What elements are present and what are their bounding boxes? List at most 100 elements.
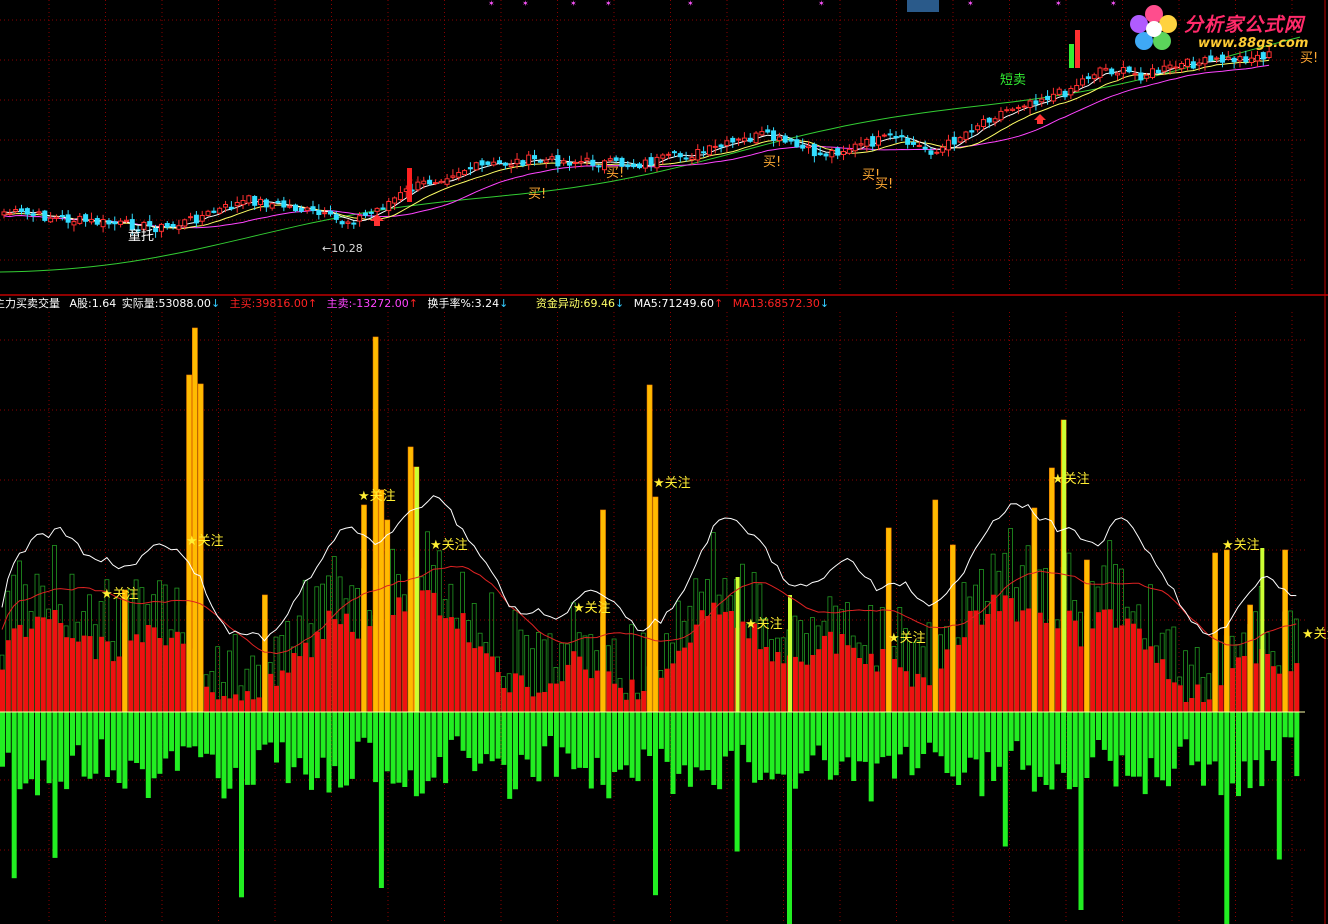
buy-volume-bar — [664, 668, 670, 712]
candle — [718, 144, 724, 148]
sell-volume-bar — [1224, 712, 1230, 924]
candle — [485, 161, 491, 165]
buy-volume-bar — [769, 661, 775, 712]
sell-volume-bar — [722, 712, 728, 757]
candle — [776, 136, 782, 142]
buy-volume-bar — [1072, 620, 1078, 712]
sell-volume-bar — [583, 712, 588, 768]
label-low-price: ←10.28 — [322, 242, 363, 255]
star-marker-icon: ✶ — [1110, 0, 1117, 8]
candle — [1010, 108, 1016, 111]
candle — [479, 160, 485, 166]
sell-volume-bar — [99, 712, 105, 740]
candle — [473, 162, 479, 171]
sell-volume-bar — [1002, 712, 1008, 847]
buy-volume-bar — [396, 597, 402, 712]
sell-volume-bar — [1008, 712, 1014, 751]
candle — [1219, 54, 1225, 63]
buy-volume-bar — [979, 624, 985, 712]
candle — [217, 207, 223, 214]
buy-volume-bar — [1125, 618, 1131, 712]
buy-volume-bar — [559, 681, 565, 712]
candle — [199, 215, 205, 222]
buy-volume-bar — [862, 664, 868, 712]
buy-volume-bar — [256, 697, 262, 712]
candle — [753, 132, 759, 144]
ma-long-line — [0, 36, 1301, 273]
candle — [910, 141, 916, 145]
candle — [462, 170, 468, 176]
candle — [881, 134, 887, 137]
candle — [928, 150, 934, 155]
buy-volume-bar — [1236, 657, 1241, 712]
candle — [934, 151, 940, 154]
candle — [53, 216, 59, 219]
site-logo: 分析家公式网 www.88gs.com — [1128, 4, 1324, 52]
candle — [706, 145, 712, 156]
candle — [112, 221, 118, 225]
candle — [397, 192, 403, 201]
candle — [374, 207, 380, 212]
candle — [1260, 52, 1266, 60]
sell-volume-bar — [1154, 712, 1160, 778]
sell-volume-bar — [588, 712, 594, 789]
candle — [386, 201, 392, 212]
indicator-legend: 主力买卖交量 A股:1.64 实际量:53088.00↓ 主买:39816.00… — [0, 296, 835, 312]
candle — [1138, 72, 1144, 81]
sell-volume-bar — [897, 712, 903, 755]
sell-volume-bar — [87, 712, 93, 779]
sell-volume-bar — [221, 712, 227, 799]
window-icon[interactable] — [907, 0, 939, 12]
buy-volume-bar — [892, 659, 897, 712]
sell-volume-bar — [787, 712, 792, 924]
buy-volume-bar — [1241, 656, 1247, 712]
buy-volume-bar — [338, 624, 344, 712]
buy-volume-bar — [804, 664, 810, 712]
candle — [800, 144, 806, 149]
sell-volume-bar — [612, 712, 618, 772]
buy-volume-bar — [64, 637, 70, 712]
buy-volume-bar — [839, 634, 845, 712]
legend-main-buy: 主买:39816.00 — [229, 297, 308, 310]
buy-volume-bar — [798, 661, 804, 712]
buy-volume-bar — [530, 696, 536, 712]
candle — [782, 135, 788, 143]
sell-volume-bar — [548, 712, 553, 736]
sell-volume-bar — [483, 712, 489, 755]
candle — [345, 221, 351, 224]
sell-volume-bar — [653, 712, 658, 896]
candle — [1, 211, 7, 216]
buy-volume-bar — [1195, 684, 1201, 712]
sell-volume-bar — [513, 712, 518, 790]
sell-volume-bar — [1061, 712, 1067, 773]
buy-volume-bar — [682, 647, 688, 712]
candle — [1069, 44, 1074, 68]
buy-volume-bar — [303, 642, 309, 712]
buy-volume-bar — [1288, 671, 1294, 712]
sell-volume-bar — [938, 712, 944, 757]
candle — [147, 221, 153, 227]
buy-volume-bar — [402, 611, 408, 712]
buy-volume-bar — [169, 637, 175, 712]
buy-volume-bar — [209, 692, 215, 712]
buy-volume-bar — [1206, 699, 1212, 712]
buy-volume-bar — [116, 656, 122, 712]
buy-volume-bar — [583, 669, 588, 712]
legend-turnover: 换手率%:3.24 — [427, 297, 500, 310]
sell-volume-bar — [1212, 712, 1218, 762]
arrow-down-icon: ↓ — [499, 297, 509, 310]
sell-volume-bar — [1125, 712, 1131, 776]
candle — [765, 129, 771, 133]
buy-volume-bar — [1201, 702, 1206, 712]
sell-volume-bar — [1189, 712, 1195, 766]
buy-volume-bar — [128, 640, 134, 712]
attention-marker: ★关注 — [653, 476, 691, 491]
candle — [234, 202, 240, 207]
sell-volume-bar — [1160, 712, 1166, 781]
legend-actual-volume: 实际量:53088.00 — [121, 297, 211, 310]
star-marker-icon: ✶ — [488, 0, 495, 8]
candle — [835, 148, 841, 156]
candle — [724, 140, 730, 146]
sell-volume-bar — [868, 712, 874, 802]
sell-volume-bar — [390, 712, 396, 784]
